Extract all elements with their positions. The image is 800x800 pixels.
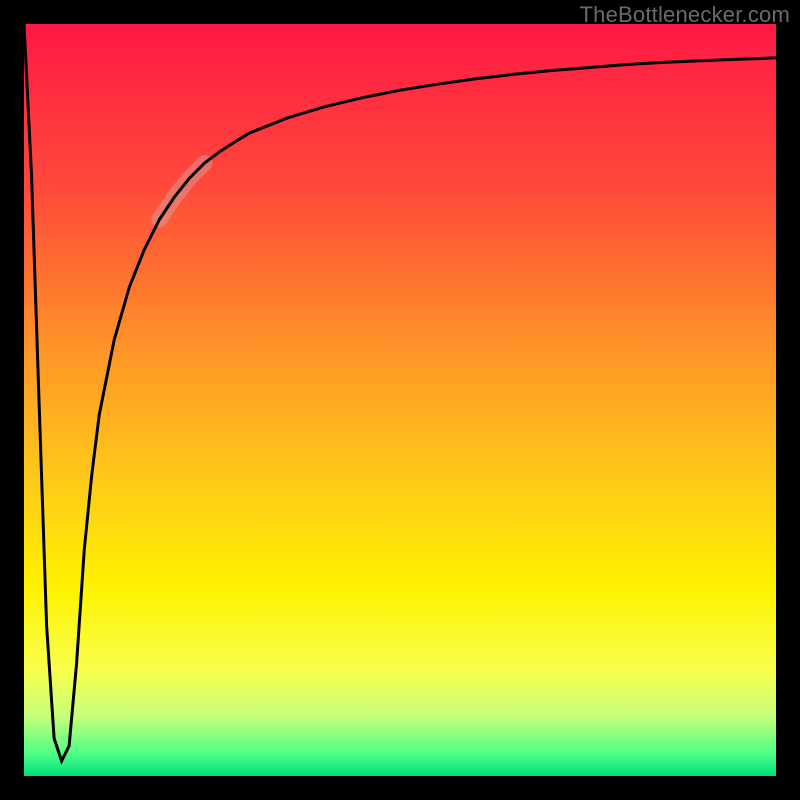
frame-bottom — [0, 776, 800, 800]
bottleneck-plot — [0, 0, 800, 800]
watermark-text: TheBottlenecker.com — [580, 2, 790, 28]
frame-left — [0, 0, 24, 800]
frame-right — [776, 0, 800, 800]
chart-container: TheBottlenecker.com — [0, 0, 800, 800]
plot-background — [24, 24, 776, 776]
